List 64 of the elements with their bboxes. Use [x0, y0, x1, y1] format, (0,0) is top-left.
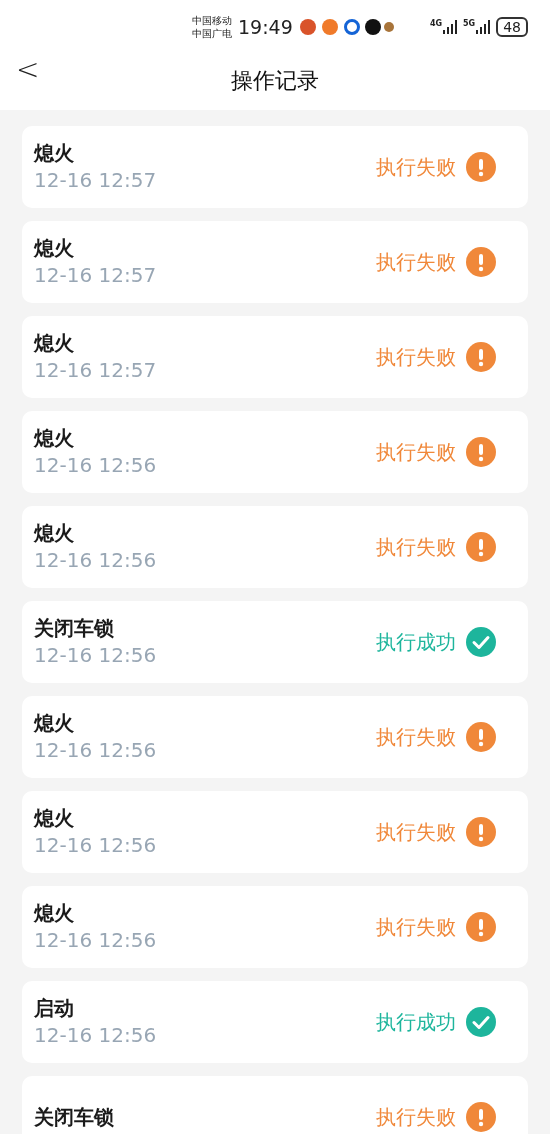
- status-label: 执行成功: [376, 1009, 456, 1036]
- action-name: 熄火: [34, 520, 75, 546]
- exclamation-icon: [466, 437, 496, 467]
- status-label: 执行成功: [376, 629, 456, 656]
- network-label: 5G: [463, 20, 476, 28]
- record-card[interactable]: 启动 12-16 12:56 执行成功: [22, 981, 528, 1063]
- record-card[interactable]: 熄火 12-16 12:56 执行失败: [22, 886, 528, 968]
- record-card[interactable]: 熄火 12-16 12:56 执行失败: [22, 791, 528, 873]
- action-name: 熄火: [34, 425, 75, 451]
- status-label: 执行失败: [376, 344, 456, 371]
- record-time: 12-16 12:57: [34, 357, 158, 384]
- record-card[interactable]: 熄火 12-16 12:56 执行失败: [22, 411, 528, 493]
- signal-icon: [476, 20, 491, 34]
- action-name: 熄火: [34, 900, 75, 926]
- carrier-name: 中国移动: [192, 14, 232, 27]
- record-time: 12-16 12:56: [34, 927, 158, 954]
- status-label: 执行失败: [376, 154, 456, 181]
- status-label: 执行失败: [376, 914, 456, 941]
- record-time: 12-16 12:57: [34, 262, 158, 289]
- exclamation-icon: [466, 532, 496, 562]
- action-name: 熄火: [34, 330, 75, 356]
- exclamation-icon: [466, 722, 496, 752]
- battery: 48: [496, 17, 528, 37]
- network-label: 4G: [429, 20, 443, 28]
- action-name: 关闭车锁: [34, 615, 115, 641]
- check-icon: [466, 627, 496, 657]
- check-icon: [466, 1007, 496, 1037]
- action-name: 熄火: [34, 140, 75, 166]
- record-card[interactable]: 熄火 12-16 12:57 执行失败: [22, 221, 528, 303]
- record-card[interactable]: 熄火 12-16 12:56 执行失败: [22, 696, 528, 778]
- record-card[interactable]: 熄火 12-16 12:57 执行失败: [22, 316, 528, 398]
- action-name: 关闭车锁: [34, 1104, 115, 1130]
- action-name: 熄火: [34, 710, 75, 736]
- action-name: 熄火: [34, 805, 75, 831]
- status-label: 执行失败: [376, 1104, 456, 1131]
- record-card[interactable]: 熄火 12-16 12:57 执行失败: [22, 126, 528, 208]
- page-title: 操作记录: [231, 66, 319, 95]
- record-time: 12-16 12:56: [34, 642, 158, 669]
- signal-icon: [443, 20, 458, 34]
- action-name: 熄火: [34, 235, 75, 261]
- exclamation-icon: [466, 152, 496, 182]
- status-label: 执行失败: [376, 819, 456, 846]
- record-time: 12-16 12:56: [34, 1022, 158, 1049]
- record-time: 12-16 12:56: [34, 547, 158, 574]
- exclamation-icon: [466, 912, 496, 942]
- record-card[interactable]: 关闭车锁 12-16 12:56 执行成功: [22, 601, 528, 683]
- status-label: 执行失败: [376, 534, 456, 561]
- carrier-name: 中国广电: [192, 27, 232, 40]
- exclamation-icon: [466, 247, 496, 277]
- exclamation-icon: [466, 342, 496, 372]
- record-time: 12-16 12:56: [34, 452, 158, 479]
- exclamation-icon: [466, 817, 496, 847]
- status-label: 执行失败: [376, 439, 456, 466]
- record-time: 12-16 12:56: [34, 737, 158, 764]
- record-card[interactable]: 熄火 12-16 12:56 执行失败: [22, 506, 528, 588]
- record-time: 12-16 12:56: [34, 832, 158, 859]
- status-label: 执行失败: [376, 724, 456, 751]
- exclamation-icon: [466, 1102, 496, 1132]
- record-card[interactable]: 关闭车锁 执行失败: [22, 1076, 528, 1134]
- action-name: 启动: [34, 995, 75, 1021]
- status-label: 执行失败: [376, 249, 456, 276]
- back-button[interactable]: <: [16, 56, 40, 84]
- clock-time: 19:49: [238, 14, 293, 40]
- record-time: 12-16 12:57: [34, 167, 158, 194]
